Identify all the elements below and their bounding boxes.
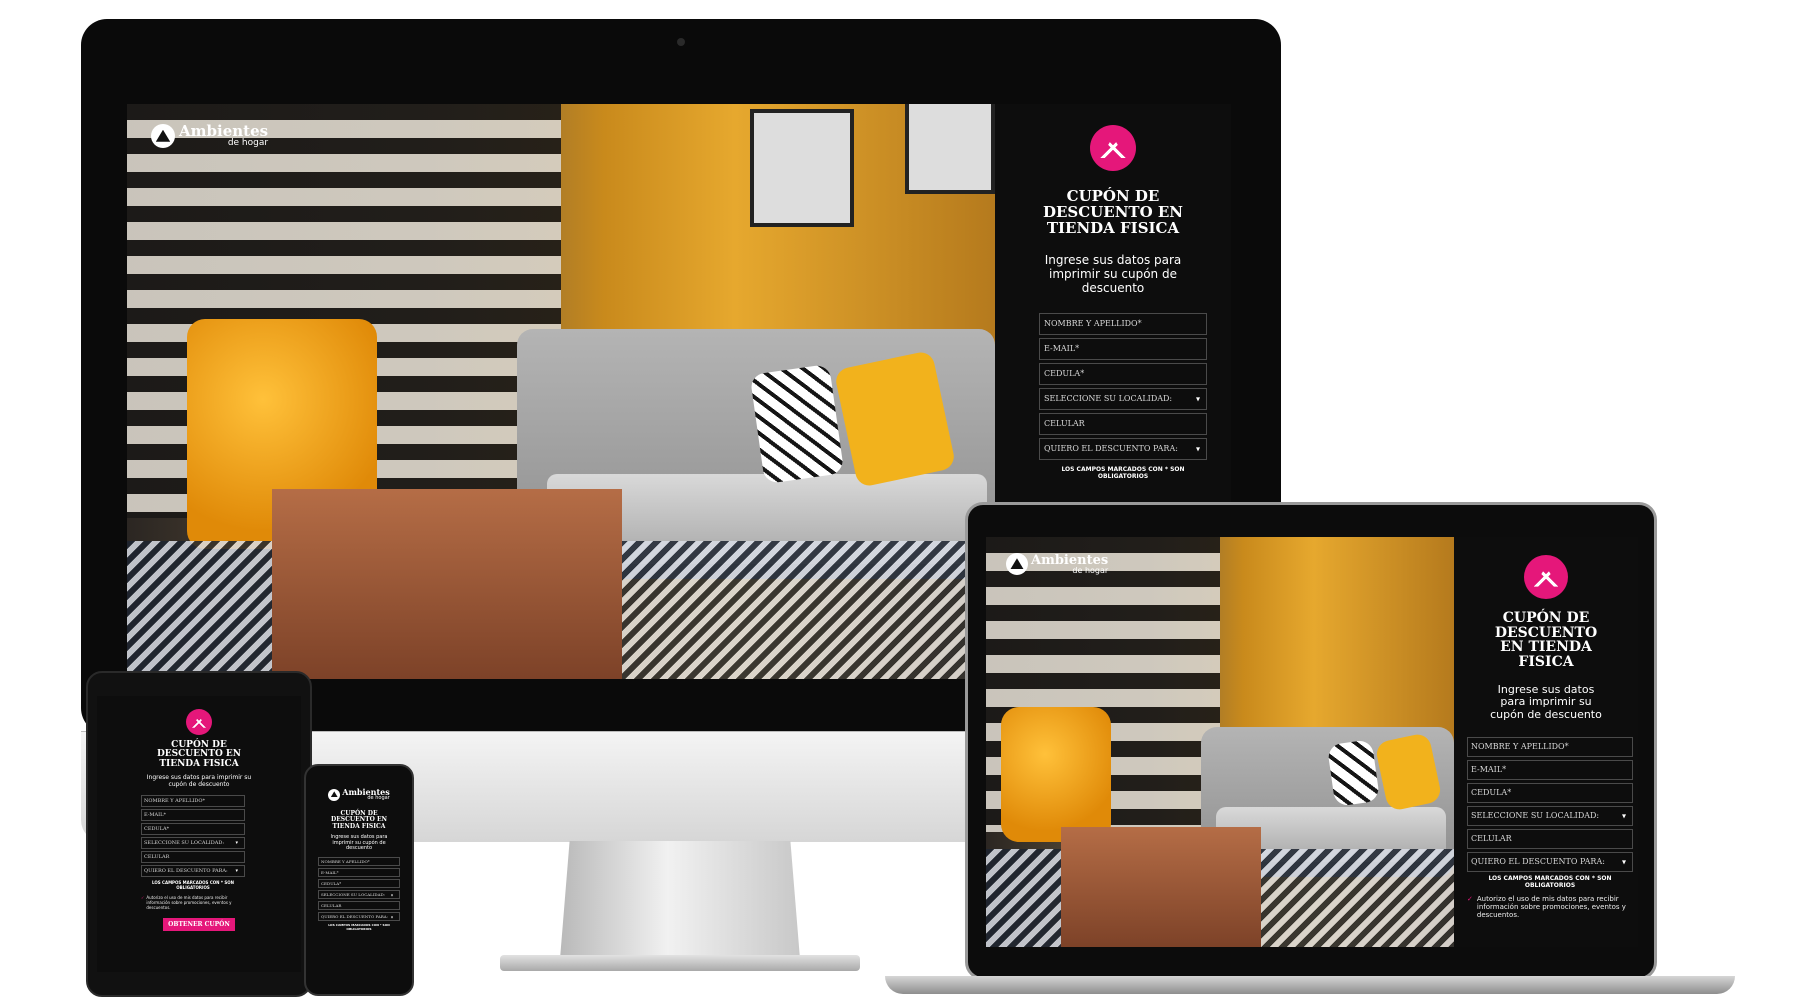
locality-select[interactable]: SELECCIONE SU LOCALIDAD: (1039, 387, 1207, 410)
ambientes-logo-icon (1090, 125, 1136, 171)
consent-label: Autorizo el uso de mis datos para recibi… (146, 895, 232, 911)
brand-logo: Ambientes de hogar (310, 788, 408, 801)
form-title: CUPÓN DE DESCUENTO EN TIENDA FISICA (1494, 610, 1598, 671)
brand-tagline: de hogar (1072, 565, 1109, 575)
get-coupon-button[interactable]: OBTENER CUPÓN (163, 918, 235, 932)
required-note: LOS CAMPOS MARCADOS CON * SON OBLIGATORI… (151, 880, 235, 891)
ambientes-logo-icon (1524, 555, 1568, 599)
form-subtitle: Ingrese sus datos para imprimir su cupón… (1490, 682, 1602, 722)
locality-select[interactable]: SELECCIONE SU LOCALIDAD: (141, 837, 245, 850)
laptop-base (885, 976, 1735, 994)
form-title: CUPÓN DE DESCUENTO EN TIENDA FISICA (156, 740, 242, 769)
form-subtitle: Ingrese sus datos para imprimir su cupón… (330, 833, 388, 852)
required-note: LOS CAMPOS MARCADOS CON * SON OBLIGATORI… (1488, 874, 1612, 889)
hero-photo (986, 537, 1454, 947)
brand-logo: Ambientes de hogar (1006, 553, 1108, 575)
consent-label: Autorizo el uso de mis datos para recibi… (1476, 894, 1626, 919)
tablet-screen: CUPÓN DE DESCUENTO EN TIENDA FISICA Ingr… (97, 696, 301, 972)
form-subtitle: Ingrese sus datos para imprimir su cupón… (146, 774, 252, 789)
required-note: LOS CAMPOS MARCADOS CON * SON OBLIGATORI… (1061, 465, 1185, 480)
email-field[interactable]: E-MAIL* (318, 868, 400, 878)
form-subtitle: Ingrese sus datos para imprimir su cupón… (1044, 253, 1182, 295)
brand-tagline: de hogar (227, 138, 269, 148)
name-field[interactable]: NOMBRE Y APELLIDO* (1467, 736, 1633, 757)
email-field[interactable]: E-MAIL* (141, 809, 245, 822)
discount-select[interactable]: QUIERO EL DESCUENTO PARA: (1467, 851, 1633, 872)
check-icon: ✓ (141, 895, 145, 901)
brand-logo: Ambientes de hogar (151, 124, 268, 148)
check-icon: ✓ (1467, 894, 1473, 903)
name-field[interactable]: NOMBRE Y APELLIDO* (318, 857, 400, 867)
coffee-table (272, 489, 622, 679)
consent-checkbox[interactable]: ✓ Autorizo el uso de mis datos para reci… (141, 895, 245, 910)
discount-select[interactable]: QUIERO EL DESCUENTO PARA: (318, 912, 400, 922)
cedula-field[interactable]: CEDULA* (1039, 362, 1207, 385)
name-field[interactable]: NOMBRE Y APELLIDO* (1039, 312, 1207, 335)
locality-select[interactable]: SELECCIONE SU LOCALIDAD: (318, 890, 400, 900)
phone-field[interactable]: CELULAR (318, 901, 400, 911)
cedula-field[interactable]: CEDULA* (141, 823, 245, 836)
coupon-form-panel: Ambientes de hogar CUPÓN DE DESCUENTO EN… (310, 783, 408, 973)
laptop-screen: Ambientes de hogar CUPÓN DE DESCUENTO EN… (986, 537, 1638, 947)
form-title: CUPÓN DE DESCUENTO EN TIENDA FISICA (330, 810, 387, 830)
discount-select[interactable]: QUIERO EL DESCUENTO PARA: (141, 865, 245, 878)
coupon-form-panel: CUPÓN DE DESCUENTO EN TIENDA FISICA Ingr… (97, 696, 301, 972)
phone-field[interactable]: CELULAR (1467, 828, 1633, 849)
ambientes-logo-icon (1006, 553, 1028, 575)
discount-select[interactable]: QUIERO EL DESCUENTO PARA: (1039, 437, 1207, 460)
email-field[interactable]: E-MAIL* (1039, 337, 1207, 360)
cedula-field[interactable]: CEDULA* (318, 879, 400, 889)
email-field[interactable]: E-MAIL* (1467, 759, 1633, 780)
form-title: CUPÓN DE DESCUENTO EN TIENDA FISICA (1042, 187, 1184, 237)
phone-field[interactable]: CELULAR (1039, 412, 1207, 435)
patterned-pillow (749, 363, 845, 485)
yellow-armchair (1001, 707, 1111, 842)
required-note: LOS CAMPOS MARCADOS CON * SON OBLIGATORI… (328, 923, 390, 932)
desktop-monitor-stand (560, 841, 800, 959)
patterned-pillow (1326, 739, 1381, 807)
wall-picture (905, 104, 995, 194)
wall-picture (750, 109, 854, 227)
phone-screen: Ambientes de hogar CUPÓN DE DESCUENTO EN… (310, 783, 408, 973)
hero-photo (127, 104, 995, 679)
ambientes-logo-icon (328, 788, 341, 801)
camera-dot (677, 38, 685, 46)
coupon-form-panel: CUPÓN DE DESCUENTO EN TIENDA FISICA Ingr… (1454, 537, 1638, 947)
locality-select[interactable]: SELECCIONE SU LOCALIDAD: (1467, 805, 1633, 826)
ambientes-logo-icon (186, 709, 212, 735)
consent-checkbox[interactable]: ✓ Autorizo el uso de mis datos para reci… (1467, 895, 1633, 919)
phone-field[interactable]: CELULAR (141, 851, 245, 864)
ambientes-logo-icon (151, 124, 175, 148)
desktop-monitor-base (500, 955, 860, 971)
cedula-field[interactable]: CEDULA* (1467, 782, 1633, 803)
coffee-table (1061, 827, 1261, 947)
name-field[interactable]: NOMBRE Y APELLIDO* (141, 795, 245, 808)
